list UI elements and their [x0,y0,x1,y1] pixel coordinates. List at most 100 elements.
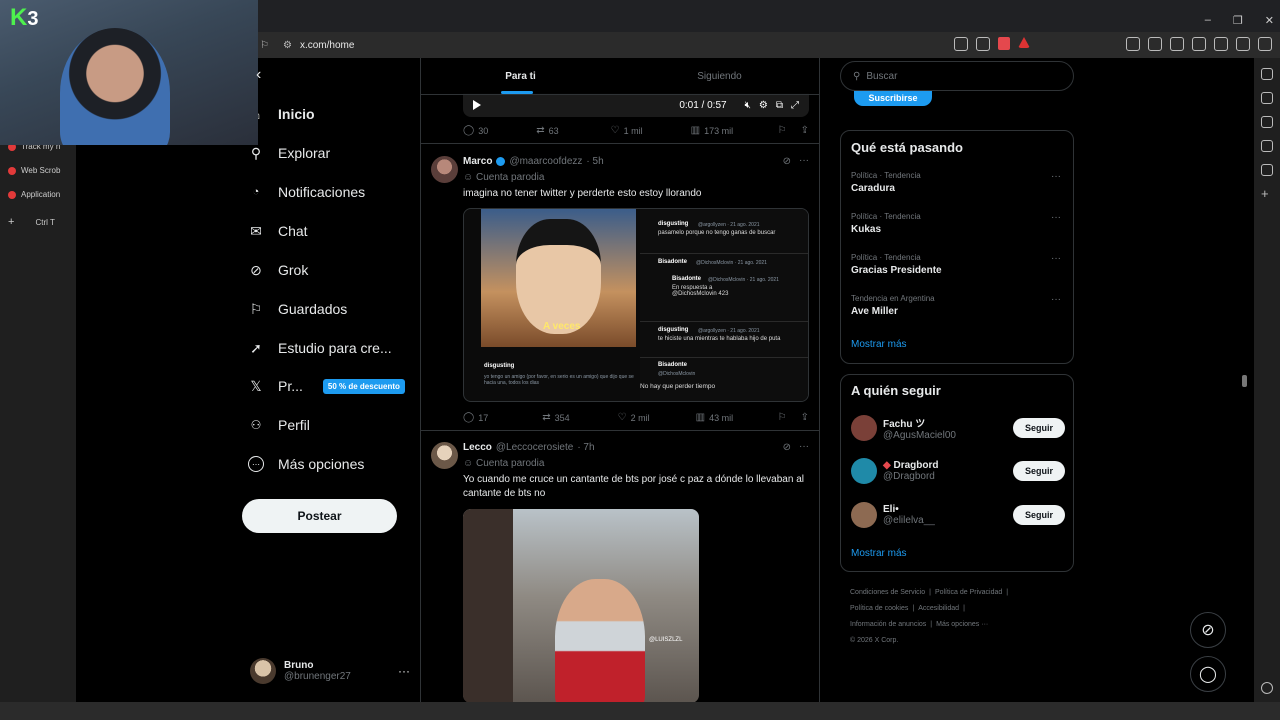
new-tab-button[interactable]: + Ctrl T [8,216,55,228]
bookmark-icon[interactable]: ⚐ [260,40,269,51]
grok-icon[interactable]: ⊘ [783,442,791,453]
music-icon[interactable] [1170,37,1184,51]
avatar[interactable] [431,156,458,183]
menu-icon[interactable] [1258,37,1272,51]
leo-icon[interactable] [1214,37,1228,51]
site-settings-icon[interactable]: ⚙ [283,40,292,51]
trend-item[interactable]: Política · Tendencia Kukas ··· [851,212,1063,235]
search-input[interactable]: ⚲ Buscar [840,61,1074,91]
vpn-icon[interactable] [1236,37,1250,51]
views-button[interactable]: ▥ 43 mil [696,412,733,423]
show-more-link[interactable]: Mostrar más [851,339,907,350]
bookmarks-icon[interactable] [1261,140,1273,152]
minimize-button[interactable]: – [1205,14,1211,27]
nav-item-bookmarks[interactable]: ⚐ Guardados [248,301,348,318]
pip-icon[interactable]: ⧉ [776,100,783,111]
wallet-icon[interactable] [1192,37,1206,51]
wallet-icon[interactable] [1261,116,1273,128]
bookmark-button[interactable]: ⚐ [778,412,787,423]
tweet[interactable]: Lecco @Leccocerosiete · 7h ⊘ ··· ☺ Cuent… [421,432,819,702]
tweet-time[interactable]: · 5h [586,156,603,167]
tweet[interactable]: Marco @maarcoofdezz · 5h ⊘ ··· ☺ Cuenta … [421,144,819,431]
trend-item[interactable]: Tendencia en Argentina Ave Miller ··· [851,294,1063,317]
like-button[interactable]: ♡ 1 mil [611,125,643,136]
nav-item-explore[interactable]: ⚲ Explorar [248,145,330,162]
nav-item-notifications[interactable]: ◔ Notificaciones [248,184,365,200]
nav-item-premium[interactable]: 𝕏 Pr... 50 % de descuento [248,378,405,394]
nav-item-profile[interactable]: ⚇ Perfil [248,417,310,433]
like-button[interactable]: ♡ 2 mil [618,412,650,423]
fullscreen-icon[interactable]: ⤢ [791,100,799,111]
follow-suggestion[interactable]: Eli• @elilelva__ Seguir [851,500,1065,530]
more-icon[interactable]: ··· [398,664,410,678]
maximize-button[interactable]: ❐ [1233,14,1243,27]
page-scrollbar[interactable] [1242,375,1247,387]
more-icon[interactable]: ··· [799,155,809,166]
brave-shield-icon[interactable] [998,37,1010,50]
follow-suggestion[interactable]: ◆ Dragbord @Dragbord Seguir [851,456,1065,486]
nav-item-grok[interactable]: ⊘ Grok [248,262,308,279]
more-icon[interactable]: ··· [1051,294,1061,305]
tabs-icon[interactable] [1148,37,1162,51]
subscribe-button[interactable]: Suscribirse [854,89,932,106]
reply-button[interactable]: ◯ 30 [463,125,488,136]
tab-following[interactable]: Siguiendo [620,58,819,94]
pin-icon[interactable] [1261,68,1273,80]
play-icon[interactable] [473,100,481,110]
author-handle[interactable]: @maarcoofdezz [509,156,582,167]
reply-button[interactable]: ◯ 17 [463,412,488,423]
settings-icon[interactable]: ⚙ [759,100,768,111]
nav-item-more[interactable]: ⋯ Más opciones [248,456,364,472]
tweet-video[interactable]: @LUISZLZL [463,509,699,702]
post-button[interactable]: Postear [242,499,397,533]
account-switcher[interactable]: Bruno @brunenger27 ··· [250,655,410,687]
close-window-button[interactable]: ✕ [1265,14,1274,27]
tweet-time[interactable]: · 7h [577,442,594,453]
footer-link[interactable]: Información de anuncios [850,621,926,628]
nav-item-creator-studio[interactable]: ➚ Estudio para cre... [248,340,392,357]
avatar[interactable] [431,442,458,469]
nav-item-chat[interactable]: ✉ Chat [248,223,307,240]
follow-button[interactable]: Seguir [1013,505,1065,525]
follow-suggestion[interactable]: Fachu ツ @AgusMaciel00 Seguir [851,413,1065,443]
avatar[interactable] [851,415,877,441]
more-icon[interactable]: ··· [1051,212,1061,223]
follow-button[interactable]: Seguir [1013,461,1065,481]
extensions-icon[interactable] [1126,37,1140,51]
settings-icon[interactable] [1261,682,1273,694]
trend-item[interactable]: Política · Tendencia Caradura ··· [851,171,1063,194]
messages-fab[interactable]: ◯ [1190,656,1226,692]
more-icon[interactable]: ··· [799,441,809,452]
repost-button[interactable]: ⇄ 354 [542,412,569,423]
footer-link[interactable]: Condiciones de Servicio [850,589,925,596]
footer-link[interactable]: Accesibilidad [918,605,959,612]
show-more-link[interactable]: Mostrar más [851,548,907,559]
mute-icon[interactable]: 🔇︎ [745,100,751,111]
grok-fab[interactable]: ⊘ [1190,612,1226,648]
reading-list-icon[interactable] [1261,164,1273,176]
avatar[interactable] [851,502,877,528]
media-icon[interactable] [1261,92,1273,104]
author-handle[interactable]: @Leccocerosiete [496,442,573,453]
rewards-icon[interactable] [1018,37,1030,48]
author-name[interactable]: Marco [463,156,492,167]
follow-button[interactable]: Seguir [1013,418,1065,438]
footer-link[interactable]: Más opciones ··· [936,621,988,628]
repost-button[interactable]: ⇄ 63 [536,125,558,136]
tweet-image[interactable]: A veces disgusting yo tengo un amigo (po… [463,208,809,402]
cast-icon[interactable] [954,37,968,51]
author-name[interactable]: Lecco [463,442,492,453]
share-icon[interactable] [976,37,990,51]
sidebar-tab-webscrob[interactable]: Web Scrob [8,166,60,175]
tab-for-you[interactable]: Para ti [421,58,620,94]
trend-item[interactable]: Política · Tendencia Gracias Presidente ··… [851,253,1063,276]
back-arrow-icon[interactable]: ‹ [256,66,261,84]
footer-link[interactable]: Política de cookies [850,605,908,612]
share-button[interactable]: ⇪ [801,125,809,136]
more-icon[interactable]: ··· [1051,171,1061,182]
grok-icon[interactable]: ⊘ [783,156,791,167]
footer-link[interactable]: Política de Privacidad [935,589,1002,596]
url-text[interactable]: x.com/home [300,40,354,51]
views-button[interactable]: ▥ 173 mil [691,125,733,136]
bookmark-button[interactable]: ⚐ [778,125,787,136]
